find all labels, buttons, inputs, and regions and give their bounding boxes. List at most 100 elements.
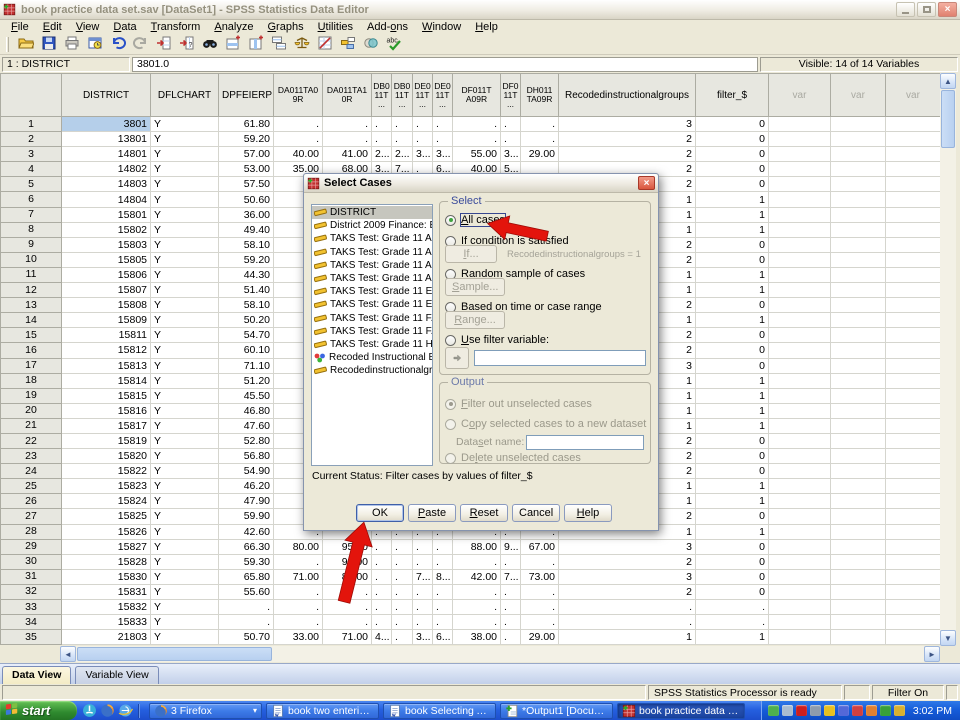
cell-r33c2[interactable]: Y bbox=[151, 600, 219, 615]
cell-r13c3[interactable]: 58.10 bbox=[219, 298, 274, 313]
cell-r35c12[interactable]: 29.00 bbox=[521, 630, 559, 645]
cell-r21c14[interactable]: 1 bbox=[696, 418, 769, 433]
cell-r15c1[interactable]: 15811 bbox=[62, 328, 151, 343]
scroll-up-icon[interactable]: ▲ bbox=[940, 73, 956, 89]
cell-r8c14[interactable]: 1 bbox=[696, 222, 769, 237]
cell-r9c1[interactable]: 15803 bbox=[62, 237, 151, 252]
volume-icon[interactable] bbox=[852, 705, 863, 716]
cell-r15c2[interactable]: Y bbox=[151, 328, 219, 343]
cell-r2c9[interactable]: . bbox=[433, 132, 453, 147]
cell-r35c1[interactable]: 21803 bbox=[62, 630, 151, 645]
messenger-icon[interactable] bbox=[82, 703, 97, 718]
cell-r30c6[interactable]: . bbox=[372, 554, 392, 569]
cell-r32c11[interactable]: . bbox=[501, 584, 521, 599]
cell-editor[interactable]: 3801.0 bbox=[132, 57, 758, 72]
toolbar-print-button[interactable] bbox=[61, 35, 82, 54]
col-header-DE0[interactable]: DE011T... bbox=[413, 74, 433, 117]
cell-var[interactable] bbox=[769, 403, 831, 418]
row-header-3[interactable]: 3 bbox=[1, 147, 62, 162]
cell-var[interactable] bbox=[831, 554, 886, 569]
cell-var[interactable] bbox=[769, 539, 831, 554]
cell-var[interactable] bbox=[769, 358, 831, 373]
cell-r20c1[interactable]: 15816 bbox=[62, 403, 151, 418]
cell-r33c11[interactable]: . bbox=[501, 600, 521, 615]
cell-r31c14[interactable]: 0 bbox=[696, 569, 769, 584]
cell-r33c12[interactable]: . bbox=[521, 600, 559, 615]
cell-r33c13[interactable]: . bbox=[559, 600, 696, 615]
cell-r12c1[interactable]: 15807 bbox=[62, 283, 151, 298]
toolbar-goto-variable-button[interactable]: ? bbox=[176, 35, 197, 54]
cell-var[interactable] bbox=[769, 554, 831, 569]
cell-r34c8[interactable]: . bbox=[413, 615, 433, 630]
cell-var[interactable] bbox=[769, 600, 831, 615]
cell-r33c8[interactable]: . bbox=[413, 600, 433, 615]
col-header-filter_$[interactable]: filter_$ bbox=[696, 74, 769, 117]
variable-item[interactable]: TAKS Test: Grade 11 E... bbox=[312, 298, 432, 311]
cell-var[interactable] bbox=[886, 358, 941, 373]
cell-var[interactable] bbox=[886, 192, 941, 207]
cell-r25c2[interactable]: Y bbox=[151, 479, 219, 494]
cell-r6c2[interactable]: Y bbox=[151, 192, 219, 207]
cell-var[interactable] bbox=[831, 388, 886, 403]
variable-item[interactable]: DISTRICT bbox=[312, 206, 432, 219]
cell-r32c6[interactable]: . bbox=[372, 584, 392, 599]
cell-r2c14[interactable]: 0 bbox=[696, 132, 769, 147]
cell-var[interactable] bbox=[886, 252, 941, 267]
cell-var[interactable] bbox=[769, 449, 831, 464]
cell-r30c8[interactable]: . bbox=[413, 554, 433, 569]
dialog-close-icon[interactable]: × bbox=[638, 176, 655, 190]
cell-r4c3[interactable]: 53.00 bbox=[219, 162, 274, 177]
cell-r2c2[interactable]: Y bbox=[151, 132, 219, 147]
cell-r22c3[interactable]: 52.80 bbox=[219, 433, 274, 448]
cell-r35c3[interactable]: 50.70 bbox=[219, 630, 274, 645]
row-header-16[interactable]: 16 bbox=[1, 343, 62, 358]
cell-var[interactable] bbox=[886, 449, 941, 464]
cell-r1c7[interactable]: . bbox=[392, 117, 413, 132]
cell-var[interactable] bbox=[886, 237, 941, 252]
cell-r32c10[interactable]: . bbox=[453, 584, 501, 599]
cell-r12c3[interactable]: 51.40 bbox=[219, 283, 274, 298]
cell-var[interactable] bbox=[886, 615, 941, 630]
cell-r30c12[interactable]: . bbox=[521, 554, 559, 569]
toolbar-open-data-button[interactable] bbox=[15, 35, 36, 54]
cell-r31c8[interactable]: 7... bbox=[413, 569, 433, 584]
cell-r5c1[interactable]: 14803 bbox=[62, 177, 151, 192]
variable-item[interactable]: TAKS Test: Grade 11 E... bbox=[312, 285, 432, 298]
cell-r29c6[interactable]: . bbox=[372, 539, 392, 554]
cell-r4c1[interactable]: 14802 bbox=[62, 162, 151, 177]
cell-r2c11[interactable]: . bbox=[501, 132, 521, 147]
cell-var[interactable] bbox=[886, 600, 941, 615]
toolbar-select-cases-button[interactable] bbox=[314, 35, 335, 54]
cell-r33c5[interactable]: . bbox=[323, 600, 372, 615]
cancel-button[interactable]: Cancel bbox=[512, 504, 560, 522]
cell-r31c9[interactable]: 8... bbox=[433, 569, 453, 584]
transfer-arrow-button[interactable] bbox=[445, 347, 469, 369]
cell-r35c8[interactable]: 3... bbox=[413, 630, 433, 645]
cell-r29c11[interactable]: 9... bbox=[501, 539, 521, 554]
menu-graphs[interactable]: Graphs bbox=[260, 21, 310, 33]
cell-var[interactable] bbox=[769, 584, 831, 599]
cell-var[interactable] bbox=[886, 433, 941, 448]
cell-var[interactable] bbox=[831, 283, 886, 298]
cell-r2c13[interactable]: 2 bbox=[559, 132, 696, 147]
col-header-DH011[interactable]: DH011TA09R bbox=[521, 74, 559, 117]
row-header-15[interactable]: 15 bbox=[1, 328, 62, 343]
cell-var[interactable] bbox=[769, 524, 831, 539]
cell-r13c1[interactable]: 15808 bbox=[62, 298, 151, 313]
vertical-scrollbar[interactable]: ▲ ▼ bbox=[940, 73, 956, 646]
cell-r9c2[interactable]: Y bbox=[151, 237, 219, 252]
cell-r16c14[interactable]: 0 bbox=[696, 343, 769, 358]
range-button[interactable]: Range... bbox=[445, 311, 505, 329]
cell-var[interactable] bbox=[886, 177, 941, 192]
toolbar-weight-cases-button[interactable] bbox=[291, 35, 312, 54]
cell-r31c13[interactable]: 3 bbox=[559, 569, 696, 584]
row-header-7[interactable]: 7 bbox=[1, 207, 62, 222]
cell-r33c4[interactable]: . bbox=[274, 600, 323, 615]
cell-r29c9[interactable]: . bbox=[433, 539, 453, 554]
cell-var[interactable] bbox=[769, 418, 831, 433]
variable-item[interactable]: Recodedinstructionalgr... bbox=[312, 364, 432, 377]
row-header-9[interactable]: 9 bbox=[1, 237, 62, 252]
cell-var[interactable] bbox=[886, 117, 941, 132]
cell-r27c2[interactable]: Y bbox=[151, 509, 219, 524]
cell-r31c7[interactable]: . bbox=[392, 569, 413, 584]
